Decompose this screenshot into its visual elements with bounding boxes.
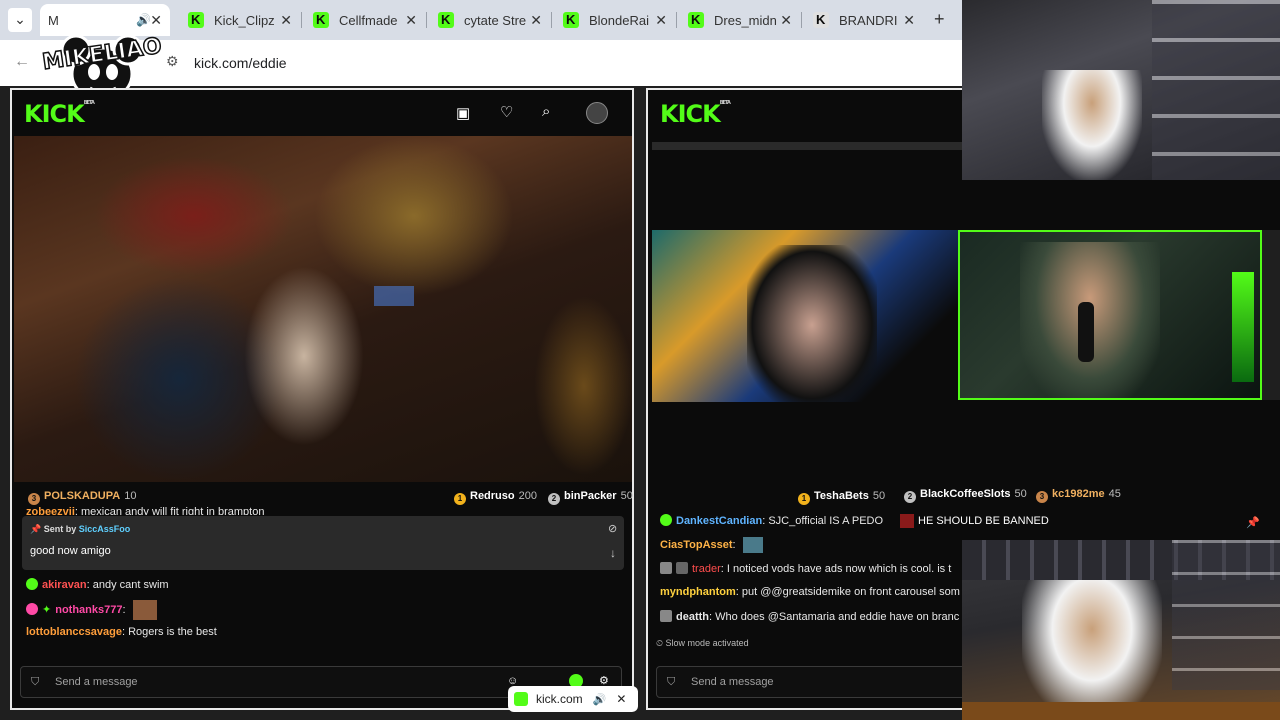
sparkle-badge-icon: ✦ [42, 603, 52, 616]
tab-cytate[interactable]: cytate Stre ✕ [430, 4, 550, 36]
pinned-header: 📌 Sent by SiccAssFoo [30, 524, 131, 534]
leaderboard-entry: 2 BlackCoffeeSlots 50 [904, 488, 1027, 503]
shelf-background [1152, 0, 1280, 180]
kick-favicon-icon [563, 12, 579, 28]
shield-icon: ⛉ [667, 676, 676, 688]
tab-search-menu-button[interactable]: ⌄ [8, 8, 32, 32]
chat-message: akiravan: andy cant swim [26, 578, 169, 591]
chat-message: myndphantom: put @@greatsidemike on fron… [660, 586, 960, 598]
stream-loading-bar [652, 142, 970, 150]
streamer-webcam [962, 0, 1280, 180]
chat-message: lottoblanccsavage: Rogers is the best [26, 626, 217, 638]
expand-pinned-icon[interactable]: ↓ [610, 546, 616, 560]
kick-favicon-icon [188, 12, 204, 28]
close-tab-icon[interactable]: ✕ [405, 12, 417, 29]
chat-input-placeholder: Send a message [55, 676, 138, 688]
video-player[interactable] [652, 230, 958, 402]
pc-rgb-light [1232, 272, 1254, 382]
tab-cellfmade[interactable]: Cellfmade ✕ [305, 4, 425, 36]
leaderboard-entry: 1 TeshaBets 50 [798, 490, 885, 505]
sub-badge-icon [660, 514, 672, 526]
url-field[interactable]: kick.com/eddie [194, 55, 287, 71]
new-tab-button[interactable]: + [934, 9, 945, 30]
pinned-text: good now amigo [30, 545, 111, 557]
shelf-background [1172, 540, 1280, 690]
shield-icon: ⛉ [31, 676, 40, 688]
video-player[interactable] [14, 136, 632, 482]
kick-favicon-icon [514, 692, 528, 706]
pinned-message: 📌 Sent by SiccAssFoo good now amigo ⊘ ↓ [22, 516, 624, 570]
chat-message: CiasTopAsset: [660, 537, 763, 557]
monitor-screen [374, 286, 414, 306]
person-figure [1042, 70, 1142, 180]
right-stream-panel: KICKBETA 1 TeshaBets 50 DankestCandian: SJ… [646, 88, 976, 710]
chat-message: zobeezvii: mexican andy will fit right i… [26, 506, 265, 515]
emote-icon [900, 514, 914, 528]
chat-message: trader: I noticed vods have ads now whic… [660, 562, 966, 575]
follow-heart-icon[interactable]: ♡ [500, 103, 513, 121]
user-avatar[interactable] [586, 102, 608, 124]
sub-badge-icon [26, 578, 38, 590]
gifter-badge-icon [660, 610, 672, 622]
chat-message-overflow: HE SHOULD BE BANNED [900, 514, 1049, 528]
tab-blonderai[interactable]: BlondeRai ✕ [555, 4, 675, 36]
picture-in-picture-tab[interactable]: kick.com 🔊 ✕ [508, 686, 638, 712]
bottom-webcam [962, 540, 1280, 720]
kick-logo[interactable]: KICKBETA [24, 100, 95, 128]
chat-message: deatth: Who does @Santamaria and eddie h… [660, 610, 966, 623]
close-tab-icon[interactable]: ✕ [780, 12, 792, 29]
pin-icon: 📌 [30, 524, 42, 534]
person-figure [747, 245, 877, 402]
person-figure [534, 296, 632, 476]
leaderboard-entry: 3 POLSKADUPA 10 [28, 490, 136, 505]
chat-input-placeholder: Send a message [691, 676, 774, 688]
pin-icon[interactable]: 📌 [1246, 516, 1260, 529]
kick-favicon-icon [313, 12, 329, 28]
gifter-badge-icon [26, 602, 38, 615]
mod-badge-icon [676, 562, 688, 574]
close-tab-icon[interactable]: ✕ [655, 12, 667, 29]
kick-favicon-icon [688, 12, 704, 28]
kick-favicon-icon [438, 12, 454, 28]
tab-brandri[interactable]: BRANDRI ✕ [805, 4, 923, 36]
tab-kick-clipz[interactable]: Kick_Clipz ✕ [180, 4, 300, 36]
rank-badge: 3 [1036, 491, 1048, 503]
close-tab-icon[interactable]: ✕ [530, 12, 542, 29]
hide-pinned-icon[interactable]: ⊘ [608, 522, 617, 535]
emote-icon [742, 537, 763, 553]
left-stream-panel: KICKBETA ▣ ♡ ⌕ 3 POLSKADUPA 10 1 Redruso 200… [10, 88, 634, 710]
gifter-badge-icon [660, 562, 672, 574]
rank-badge: 3 [28, 493, 40, 505]
close-tab-icon[interactable]: ✕ [903, 12, 915, 29]
mini-player-url: kick.com [536, 692, 583, 706]
rank-badge: 1 [454, 493, 466, 505]
clock-icon: ⏲ [656, 638, 664, 648]
page-favicon-icon [813, 12, 829, 28]
emote-icon [132, 600, 157, 620]
person-figure [244, 266, 364, 446]
chat-message: ✦ nothanks777: [26, 600, 157, 622]
leaderboard-entry: 3 kc1982me 45 [1036, 488, 1121, 503]
rank-badge: 2 [904, 491, 916, 503]
rank-badge: 2 [548, 493, 560, 505]
search-icon[interactable]: ⌕ [542, 103, 550, 120]
chat-input[interactable]: ⛉ Send a message [656, 666, 976, 698]
leaderboard-entry: 2 binPacker 50 [548, 490, 633, 505]
kick-logo[interactable]: KICKBETA [660, 100, 731, 128]
audio-icon[interactable]: 🔊 [593, 693, 607, 706]
close-tab-icon[interactable]: ✕ [280, 12, 292, 29]
tab-dres-midn[interactable]: Dres_midn ✕ [680, 4, 800, 36]
person-figure [1022, 580, 1162, 720]
close-icon[interactable]: ✕ [616, 692, 626, 706]
back-arrow-icon[interactable]: ← [14, 53, 30, 71]
rank-badge: 1 [798, 493, 810, 505]
slow-mode-notice: ⏲ Slow mode activated [656, 638, 749, 648]
guest-webcam [958, 230, 1262, 400]
desk-surface [962, 702, 1280, 720]
theater-mode-icon[interactable]: ▣ [456, 104, 470, 122]
leaderboard-entry: 1 Redruso 200 [454, 490, 537, 505]
microphone-icon [1078, 302, 1094, 362]
